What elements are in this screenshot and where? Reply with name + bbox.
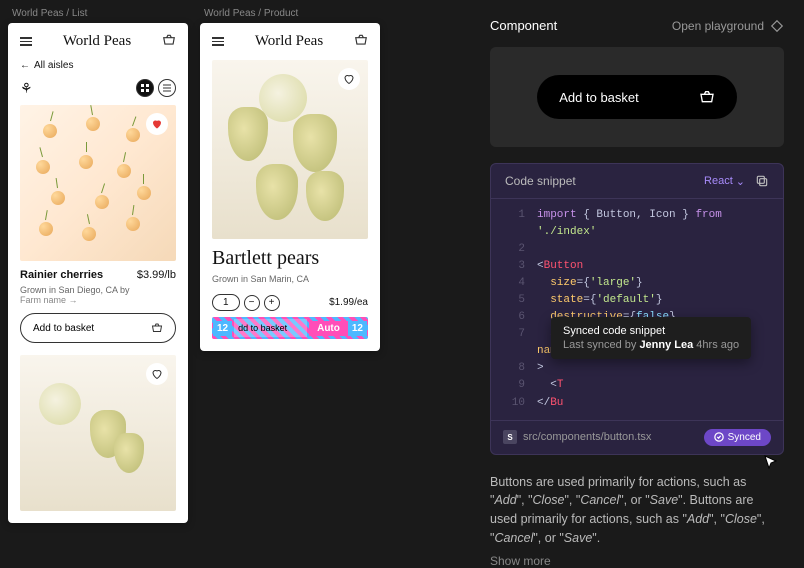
code-line: 4 size={'large'} (491, 275, 783, 292)
code-line: 3<Button (491, 258, 783, 275)
view-grid-toggle[interactable] (136, 79, 154, 97)
back-all-aisles[interactable]: ← All aisles (20, 60, 176, 71)
quantity-value[interactable]: 1 (212, 294, 240, 311)
basket-icon (699, 89, 715, 105)
product-hero-image[interactable] (212, 60, 368, 239)
file-path[interactable]: S src/components/button.tsx (503, 430, 651, 444)
design-canvas[interactable]: World Peas / List World Peas ← All aisle… (0, 0, 470, 536)
favorite-button[interactable] (146, 113, 168, 135)
framework-dropdown[interactable]: React ⌄ (704, 175, 745, 188)
farm-link[interactable]: Farm name → (20, 295, 176, 305)
grown-in-text: Grown in San Diego, CA by (20, 285, 176, 295)
brand-title: World Peas (255, 33, 323, 50)
spacing-right: 12 (348, 321, 367, 336)
copy-icon[interactable] (755, 174, 769, 188)
quantity-decrement[interactable]: − (244, 295, 260, 311)
code-snippet-panel: Code snippet React ⌄ 1import { Button, I… (490, 163, 784, 455)
code-line: 2 (491, 241, 783, 258)
code-editor[interactable]: 1import { Button, Icon } from './index'2… (491, 199, 783, 420)
add-to-basket-button[interactable]: Add to basket (20, 313, 176, 343)
check-circle-icon (714, 432, 724, 442)
quantity-increment[interactable]: + (264, 295, 280, 311)
code-line: 9 <T (491, 377, 783, 394)
chevron-left-icon: ← (20, 60, 30, 71)
favorite-button[interactable] (146, 363, 168, 385)
chevron-down-icon: ⌄ (736, 175, 745, 188)
component-description: Buttons are used primarily for actions, … (490, 473, 784, 548)
spacing-left: 12 (213, 321, 232, 336)
artboard-label-product: World Peas / Product (200, 8, 380, 19)
code-panel-title: Code snippet (505, 174, 576, 188)
code-line: 8> (491, 360, 783, 377)
cursor-icon (763, 454, 779, 470)
artboard-product[interactable]: World Peas Bartlett pears Grown i (200, 23, 380, 351)
code-line: 10</Bu (491, 395, 783, 412)
artboard-list[interactable]: World Peas ← All aisles ⚘ (8, 23, 188, 523)
inspector-panel: Component Open playground Add to basket … (470, 0, 804, 536)
code-line: 1import { Button, Icon } from './index' (491, 207, 783, 241)
brand-title: World Peas (63, 33, 131, 50)
artboard-label-list: World Peas / List (8, 8, 188, 19)
view-list-toggle[interactable] (158, 79, 176, 97)
menu-icon[interactable] (212, 37, 224, 46)
synced-badge[interactable]: Synced (704, 429, 771, 446)
preview-add-to-basket-button[interactable]: Add to basket (537, 75, 737, 119)
product-price: $3.99/lb (137, 269, 176, 281)
product-image-pears-lower[interactable] (20, 355, 176, 511)
autolayout-badge: Auto (309, 321, 348, 336)
favorite-button[interactable] (338, 68, 360, 90)
basket-icon (151, 322, 163, 334)
external-link-icon (770, 19, 784, 33)
panel-title: Component (490, 18, 557, 33)
basket-icon[interactable] (162, 33, 176, 50)
open-playground-link[interactable]: Open playground (672, 19, 784, 33)
product-title: Bartlett pears (212, 247, 368, 270)
component-preview: Add to basket (490, 47, 784, 147)
selected-button-label: dd to basket (234, 319, 307, 337)
unit-price: $1.99/ea (329, 297, 368, 308)
product-image-cherries[interactable] (20, 105, 176, 261)
show-more-link[interactable]: Show more (490, 554, 784, 568)
code-line: 5 state={'default'} (491, 292, 783, 309)
menu-icon[interactable] (20, 37, 32, 46)
selected-component-overlay[interactable]: 12 dd to basket Auto 12 (212, 317, 368, 339)
grown-in-text: Grown in San Marin, CA (212, 274, 368, 284)
filter-icon[interactable]: ⚘ (20, 80, 33, 97)
sync-tooltip: Synced code snippet Last synced by Jenny… (551, 317, 751, 359)
product-name: Rainier cherries (20, 269, 103, 281)
file-type-icon: S (503, 430, 517, 444)
basket-icon[interactable] (354, 33, 368, 50)
